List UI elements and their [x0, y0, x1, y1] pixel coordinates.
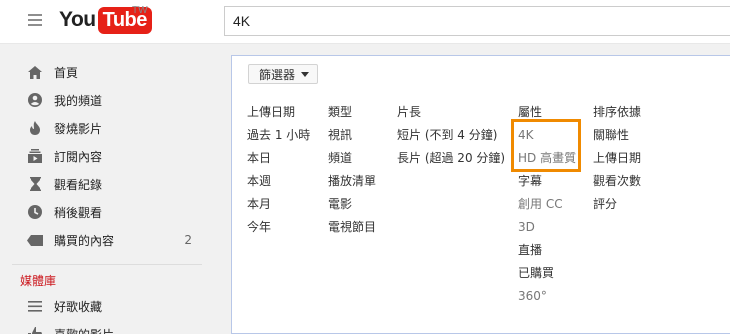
- sidebar-item-my-channel[interactable]: 我的頻道: [0, 87, 210, 113]
- clock-icon: [27, 204, 43, 220]
- filter-option-4k[interactable]: 4K: [518, 128, 583, 151]
- filter-option-tv-show[interactable]: 電視節目: [328, 220, 398, 243]
- filter-option-this-year[interactable]: 今年: [247, 220, 327, 243]
- sidebar-item-label: 喜歡的影片: [54, 326, 114, 334]
- sidebar-item-home[interactable]: 首頁: [0, 59, 210, 85]
- filter-option-this-week[interactable]: 本週: [247, 174, 327, 197]
- subscriptions-icon: [27, 148, 43, 164]
- filter-column-sort-by: 排序依據 關聯性 上傳日期 觀看次數 評分: [593, 105, 673, 220]
- sidebar-item-subscriptions[interactable]: 訂閱內容: [0, 143, 210, 169]
- filter-option-360[interactable]: 360°: [518, 289, 583, 312]
- filter-column-features: 屬性 4K HD 高畫質 字幕 創用 CC 3D 直播 已購買 360°: [518, 105, 583, 312]
- filter-column-heading: 片長: [397, 105, 422, 119]
- filter-option-playlist[interactable]: 播放清單: [328, 174, 398, 197]
- sort-option-rating[interactable]: 評分: [593, 197, 673, 220]
- account-icon: [27, 92, 43, 108]
- filter-option-subtitles[interactable]: 字幕: [518, 174, 583, 197]
- filter-column-upload-date: 上傳日期 過去 1 小時 本日 本週 本月 今年: [247, 105, 327, 243]
- guide-sidebar: 首頁 我的頻道 發燒影片 訂閱內容 觀看紀錄 稍後觀看 購買的內容 2 媒體庫 …: [0, 44, 210, 334]
- filter-option-purchased[interactable]: 已購買: [518, 266, 583, 289]
- sidebar-item-label: 首頁: [54, 65, 79, 80]
- hourglass-icon: [27, 176, 43, 192]
- search-filter-panel: 篩選器 上傳日期 過去 1 小時 本日 本週 本月 今年 類型 視訊 頻道 播放…: [231, 55, 730, 334]
- sidebar-item-watch-later[interactable]: 稍後觀看: [0, 199, 210, 225]
- filter-dropdown-button[interactable]: 篩選器: [248, 64, 319, 84]
- sidebar-item-label: 我的頻道: [54, 93, 103, 108]
- filter-option-live[interactable]: 直播: [518, 243, 583, 266]
- filter-column-heading: 上傳日期: [247, 105, 296, 119]
- search-query-text: 4K: [233, 13, 251, 29]
- filter-column-type: 類型 視訊 頻道 播放清單 電影 電視節目: [328, 105, 398, 243]
- filter-column-heading: 屬性: [518, 105, 543, 119]
- filter-option-today[interactable]: 本日: [247, 151, 327, 174]
- filter-option-video[interactable]: 視訊: [328, 128, 398, 151]
- filter-column-heading: 排序依據: [593, 105, 642, 119]
- flame-icon: [27, 120, 43, 136]
- sidebar-divider: [12, 264, 202, 265]
- sidebar-item-label: 稍後觀看: [54, 205, 103, 220]
- sidebar-item-history[interactable]: 觀看紀錄: [0, 171, 210, 197]
- playlist-icon: [27, 298, 43, 314]
- tag-icon: [27, 232, 43, 248]
- filter-option-long[interactable]: 長片 (超過 20 分鐘): [397, 151, 509, 165]
- sidebar-item-purchases[interactable]: 購買的內容 2: [0, 227, 210, 253]
- sidebar-item-favorites-playlist[interactable]: 好歌收藏: [0, 293, 210, 319]
- sidebar-item-label: 好歌收藏: [54, 299, 103, 314]
- logo-text-you: You: [59, 8, 96, 31]
- sort-option-relevance[interactable]: 關聯性: [593, 128, 673, 151]
- sidebar-item-label: 購買的內容: [54, 233, 115, 248]
- filter-option-movie[interactable]: 電影: [328, 197, 398, 220]
- filter-option-short[interactable]: 短片 (不到 4 分鐘): [397, 128, 509, 151]
- caret-down-icon: [301, 71, 310, 77]
- sidebar-item-liked-videos[interactable]: 喜歡的影片: [0, 321, 210, 334]
- sidebar-item-label: 訂閱內容: [54, 149, 103, 164]
- filter-option-hd[interactable]: HD 高畫質: [518, 151, 583, 174]
- sort-option-view-count[interactable]: 觀看次數: [593, 174, 673, 197]
- thumb-up-icon: [27, 326, 43, 334]
- sidebar-item-trending[interactable]: 發燒影片: [0, 115, 210, 141]
- search-input[interactable]: 4K: [224, 6, 730, 36]
- purchases-count-badge: 2: [184, 233, 192, 247]
- youtube-logo[interactable]: You Tube TW: [59, 5, 152, 34]
- filter-column-duration: 片長 短片 (不到 4 分鐘) 長片 (超過 20 分鐘): [397, 105, 509, 165]
- filter-column-heading: 類型: [328, 105, 353, 119]
- logo-region-code: TW: [132, 5, 148, 16]
- sidebar-item-label: 發燒影片: [54, 121, 103, 136]
- home-icon: [27, 64, 43, 80]
- filter-option-creative-commons[interactable]: 創用 CC: [518, 197, 583, 220]
- sort-option-upload-date[interactable]: 上傳日期: [593, 151, 673, 174]
- sidebar-item-label: 觀看紀錄: [54, 177, 103, 192]
- filter-option-channel[interactable]: 頻道: [328, 151, 398, 174]
- guide-menu-icon[interactable]: [28, 14, 42, 26]
- masthead: You Tube TW 4K: [0, 0, 730, 44]
- filter-option-last-hour[interactable]: 過去 1 小時: [247, 128, 327, 151]
- filter-button-label: 篩選器: [259, 67, 296, 82]
- filter-option-3d[interactable]: 3D: [518, 220, 583, 243]
- filter-option-this-month[interactable]: 本月: [247, 197, 327, 220]
- library-section-title: 媒體庫: [20, 274, 57, 288]
